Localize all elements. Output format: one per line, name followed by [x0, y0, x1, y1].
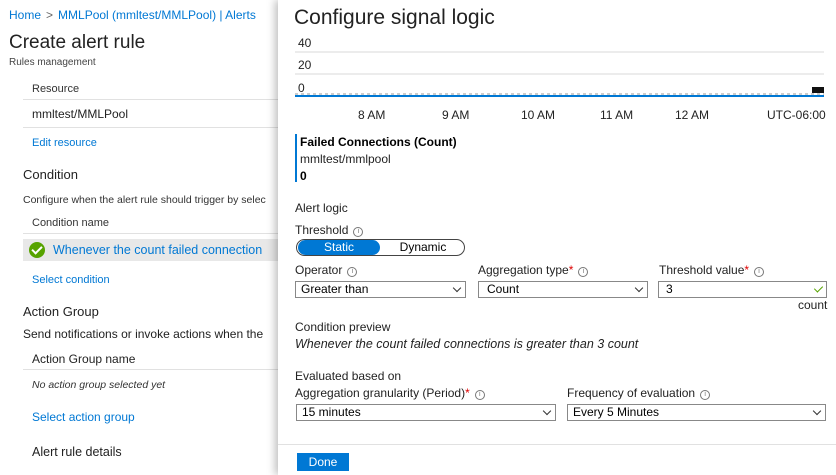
condition-description: Configure when the alert rule should tri…	[23, 194, 266, 206]
threshold-label-text: Threshold	[295, 223, 349, 237]
action-group-description: Send notifications or invoke actions whe…	[23, 327, 264, 341]
breadcrumb: Home > MMLPool (mmltest/MMLPool) | Alerts	[9, 8, 256, 22]
x-tick-label: 10 AM	[521, 108, 555, 122]
no-action-group-text: No action group selected yet	[32, 379, 166, 391]
required-asterisk: *	[465, 386, 470, 400]
aggregation-type-value: Count	[487, 282, 520, 296]
action-group-name-label: Action Group name	[32, 352, 136, 366]
condition-preview-label: Condition preview	[295, 320, 391, 334]
y-tick-label: 40	[298, 36, 312, 50]
x-tick-label: 12 AM	[675, 108, 709, 122]
y-tick-label: 20	[298, 58, 312, 72]
condition-heading: Condition	[23, 167, 78, 182]
aggregation-type-label: Aggregation type* i	[478, 263, 589, 277]
select-action-group-link[interactable]: Select action group	[32, 410, 135, 424]
aggregation-type-label-text: Aggregation type	[478, 263, 569, 277]
resource-value: mmltest/MMLPool	[32, 107, 129, 121]
resource-label: Resource	[32, 83, 80, 95]
metric-name: Failed Connections (Count)	[300, 135, 457, 149]
condition-row[interactable]: Whenever the count failed connection	[23, 239, 278, 261]
breadcrumb-current[interactable]: MMLPool (mmltest/MMLPool) | Alerts	[58, 8, 256, 22]
breadcrumb-home[interactable]: Home	[9, 8, 41, 22]
page-title: Create alert rule	[9, 32, 146, 53]
action-group-heading: Action Group	[23, 304, 99, 319]
info-icon[interactable]: i	[353, 227, 364, 237]
aggregation-granularity-label: Aggregation granularity (Period)* i	[295, 386, 485, 400]
legend-color-bar	[295, 134, 297, 182]
create-alert-rule-blade: Home > MMLPool (mmltest/MMLPool) | Alerts …	[0, 0, 278, 475]
frequency-of-evaluation-select[interactable]: Every 5 Minutes	[567, 404, 826, 421]
operator-select[interactable]: Greater than	[295, 281, 466, 298]
threshold-unit: count	[798, 298, 828, 312]
edit-resource-link[interactable]: Edit resource	[32, 137, 97, 149]
threshold-value-label-text: Threshold value	[659, 263, 745, 277]
threshold-option-dynamic[interactable]: Dynamic	[383, 240, 463, 255]
evaluated-based-on-label: Evaluated based on	[295, 369, 402, 383]
latest-marker	[812, 87, 824, 93]
breadcrumb-separator: >	[46, 8, 54, 22]
info-icon[interactable]: i	[754, 267, 765, 277]
select-action-group-prefix: Select	[32, 410, 69, 424]
divider	[23, 233, 278, 234]
divider	[23, 99, 278, 100]
operator-value: Greater than	[301, 282, 369, 296]
select-action-group-suffix: action group	[68, 410, 135, 424]
info-icon[interactable]: i	[578, 267, 589, 277]
alert-rule-details-heading: Alert rule details	[32, 445, 122, 459]
frequency-of-evaluation-label: Frequency of evaluation i	[567, 386, 711, 400]
divider	[23, 127, 278, 128]
aggregation-granularity-label-text: Aggregation granularity (Period)	[295, 386, 466, 400]
required-asterisk: *	[568, 263, 574, 277]
done-button[interactable]: Done	[297, 453, 349, 471]
required-asterisk: *	[744, 263, 750, 277]
frequency-of-evaluation-value: Every 5 Minutes	[573, 405, 660, 419]
aggregation-granularity-value: 15 minutes	[302, 405, 361, 419]
metric-resource: mmltest/mmlpool	[300, 152, 391, 166]
aggregation-type-select[interactable]: Count	[478, 281, 648, 298]
threshold-value-input[interactable]: 3	[658, 281, 827, 298]
chevron-down-icon	[812, 406, 822, 416]
x-tick-label: 9 AM	[442, 108, 469, 122]
aggregation-granularity-select[interactable]: 15 minutes	[296, 404, 556, 421]
condition-name-label: Condition name	[32, 217, 110, 229]
page-subtitle: Rules management	[9, 57, 96, 68]
threshold-value-label: Threshold value* i	[659, 263, 765, 277]
alert-logic-heading: Alert logic	[295, 201, 348, 215]
threshold-option-static[interactable]: Static	[298, 240, 380, 255]
select-condition-link[interactable]: Select condition	[32, 274, 110, 286]
chevron-down-icon	[542, 406, 552, 416]
operator-label-text: Operator	[295, 263, 343, 277]
chevron-down-icon	[634, 283, 644, 293]
info-icon[interactable]: i	[474, 390, 485, 400]
footer-divider	[278, 444, 836, 445]
signal-preview-chart: 40 20 0 8 AM 9 AM 10 AM 11 AM 12 AM UTC-…	[295, 36, 826, 122]
panel-title: Configure signal logic	[294, 6, 495, 29]
metric-value: 0	[300, 169, 307, 183]
divider	[23, 369, 278, 370]
threshold-toggle[interactable]: Static Dynamic	[296, 239, 465, 256]
info-icon[interactable]: i	[347, 267, 358, 277]
x-tick-label: 11 AM	[600, 108, 633, 122]
condition-preview-text: Whenever the count failed connections is…	[295, 337, 639, 351]
operator-label: Operator i	[295, 263, 358, 277]
x-tick-label: 8 AM	[358, 108, 385, 122]
chevron-down-icon	[452, 283, 462, 293]
timezone-label: UTC-06:00	[767, 108, 826, 122]
success-check-icon	[29, 242, 45, 258]
info-icon[interactable]: i	[700, 390, 711, 400]
threshold-value: 3	[666, 282, 673, 296]
y-tick-label: 0	[298, 81, 305, 95]
valid-check-icon	[813, 283, 824, 293]
condition-item[interactable]: Whenever the count failed connection	[53, 243, 262, 257]
configure-signal-logic-panel: Configure signal logic 40 20 0 8 AM 9 AM…	[278, 0, 836, 475]
frequency-of-evaluation-label-text: Frequency of evaluation	[567, 386, 696, 400]
threshold-label: Threshold i	[295, 223, 364, 237]
